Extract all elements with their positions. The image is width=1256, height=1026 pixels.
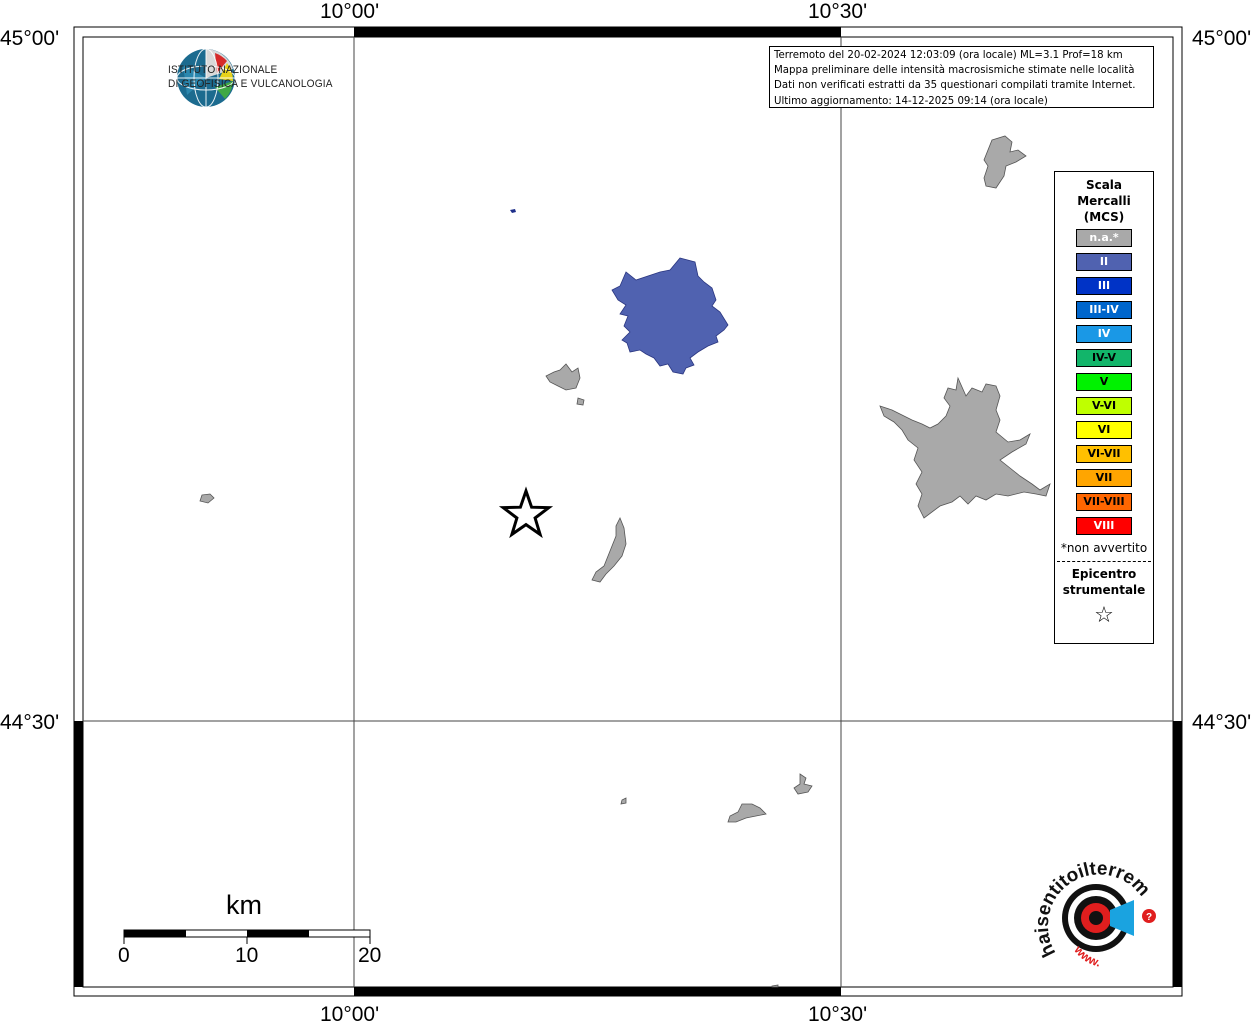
legend-swatch-n-a: n.a.*: [1076, 229, 1132, 247]
map-outer-frame: [73, 26, 1183, 997]
gray-area-center-west: [545, 363, 581, 391]
gray-area-west: [199, 493, 215, 504]
legend-swatch-ii: II: [1076, 253, 1132, 271]
coord-bottom-10-00: 10°00': [320, 1003, 380, 1026]
legend-swatch-iii: III: [1076, 277, 1132, 295]
gray-area-small-dot-2: [620, 797, 627, 805]
scale-bar: [123, 929, 371, 944]
frame-bar-bottom: [354, 987, 841, 996]
gray-area-south-center: [591, 517, 627, 583]
legend-swatch-vii: VII: [1076, 469, 1132, 487]
ingv-logo-line2: DI GEOFISICA E VULCANOLOGIA: [168, 78, 333, 90]
legend-separator: [1057, 561, 1151, 562]
coord-top-10-00: 10°00': [320, 0, 380, 23]
info-line-data-source: Dati non verificati estratti da 35 quest…: [774, 80, 1136, 92]
scale-bar-unit: km: [226, 890, 262, 920]
info-line-description: Mappa preliminare delle intensità macros…: [774, 65, 1135, 77]
legend-items: n.a.* II III III-IV IV IV-V V V-VI VI VI-VII VII VI…: [1055, 229, 1153, 535]
scale-tick-0: 0: [118, 944, 130, 967]
intensity-area-ii-small: [510, 209, 516, 213]
gray-area-south-1: [727, 803, 767, 823]
svg-text:?: ?: [1146, 912, 1152, 923]
info-line-last-update: Ultimo aggiornamento: 14-12-2025 09:14 (…: [774, 95, 1048, 107]
epicenter-star-icon: [498, 486, 554, 539]
coord-left-44-30: 44°30': [0, 711, 60, 734]
legend-star-icon: ☆: [1094, 603, 1114, 628]
intensity-area-ii: [611, 257, 729, 375]
hai-sentito-il-terremoto-logo[interactable]: ? haisentitoilterremoto.it www.: [1030, 858, 1170, 978]
frame-bar-right: [1173, 721, 1182, 987]
legend-epicenter-line2: strumentale: [1062, 583, 1146, 597]
event-info-box: Terremoto del 20-02-2024 12:03:09 (ora l…: [769, 46, 1154, 108]
legend-swatch-viii: VIII: [1076, 517, 1132, 535]
info-line-event: Terremoto del 20-02-2024 12:03:09 (ora l…: [774, 50, 1123, 61]
legend-swatch-v-vi: V-VI: [1076, 397, 1132, 415]
legend-swatch-vi-vii: VI-VII: [1076, 445, 1132, 463]
gray-area-south-2: [793, 773, 813, 795]
frame-bar-top: [354, 27, 841, 37]
legend-epicenter-label: Epicentro strumentale: [1055, 566, 1153, 598]
legend-title-line1: Scala: [1085, 178, 1123, 192]
frame-bar-left: [74, 721, 83, 987]
legend-swatch-vi: VI: [1076, 421, 1132, 439]
coord-bottom-10-30: 10°30': [808, 1003, 868, 1026]
legend-epicenter-line1: Epicentro: [1071, 567, 1137, 581]
legend-title-line3: (MCS): [1083, 210, 1125, 224]
mcs-legend: Scala Mercalli (MCS) n.a.* II III III-IV IV I…: [1054, 171, 1154, 644]
legend-title-line2: Mercalli: [1077, 194, 1131, 208]
legend-title: Scala Mercalli (MCS): [1055, 177, 1153, 225]
legend-swatch-vii-viii: VII-VIII: [1076, 493, 1132, 511]
map-inner-frame: [82, 36, 1174, 988]
gray-area-east: [879, 376, 1051, 519]
coord-left-45-00: 45°00': [0, 27, 60, 50]
legend-note: *non avvertito: [1060, 541, 1148, 555]
scale-tick-10: 10: [235, 944, 259, 967]
legend-swatch-iv-v: IV-V: [1076, 349, 1132, 367]
gray-area-northeast: [983, 135, 1027, 189]
ingv-logo-text: ISTITUTO NAZIONALE DI GEOFISICA E VULCAN…: [168, 63, 333, 91]
gray-area-small-dot-1: [576, 397, 585, 406]
coord-top-10-30: 10°30': [808, 0, 868, 23]
legend-swatch-v: V: [1076, 373, 1132, 391]
ingv-logo-line1: ISTITUTO NAZIONALE: [168, 64, 278, 76]
scale-tick-20: 20: [358, 944, 382, 967]
coord-right-45-00: 45°00': [1192, 27, 1252, 50]
legend-swatch-iv: IV: [1076, 325, 1132, 343]
legend-swatch-iii-iv: III-IV: [1076, 301, 1132, 319]
coord-right-44-30: 44°30': [1192, 711, 1252, 734]
gray-area-small-dot-3: [771, 984, 779, 988]
